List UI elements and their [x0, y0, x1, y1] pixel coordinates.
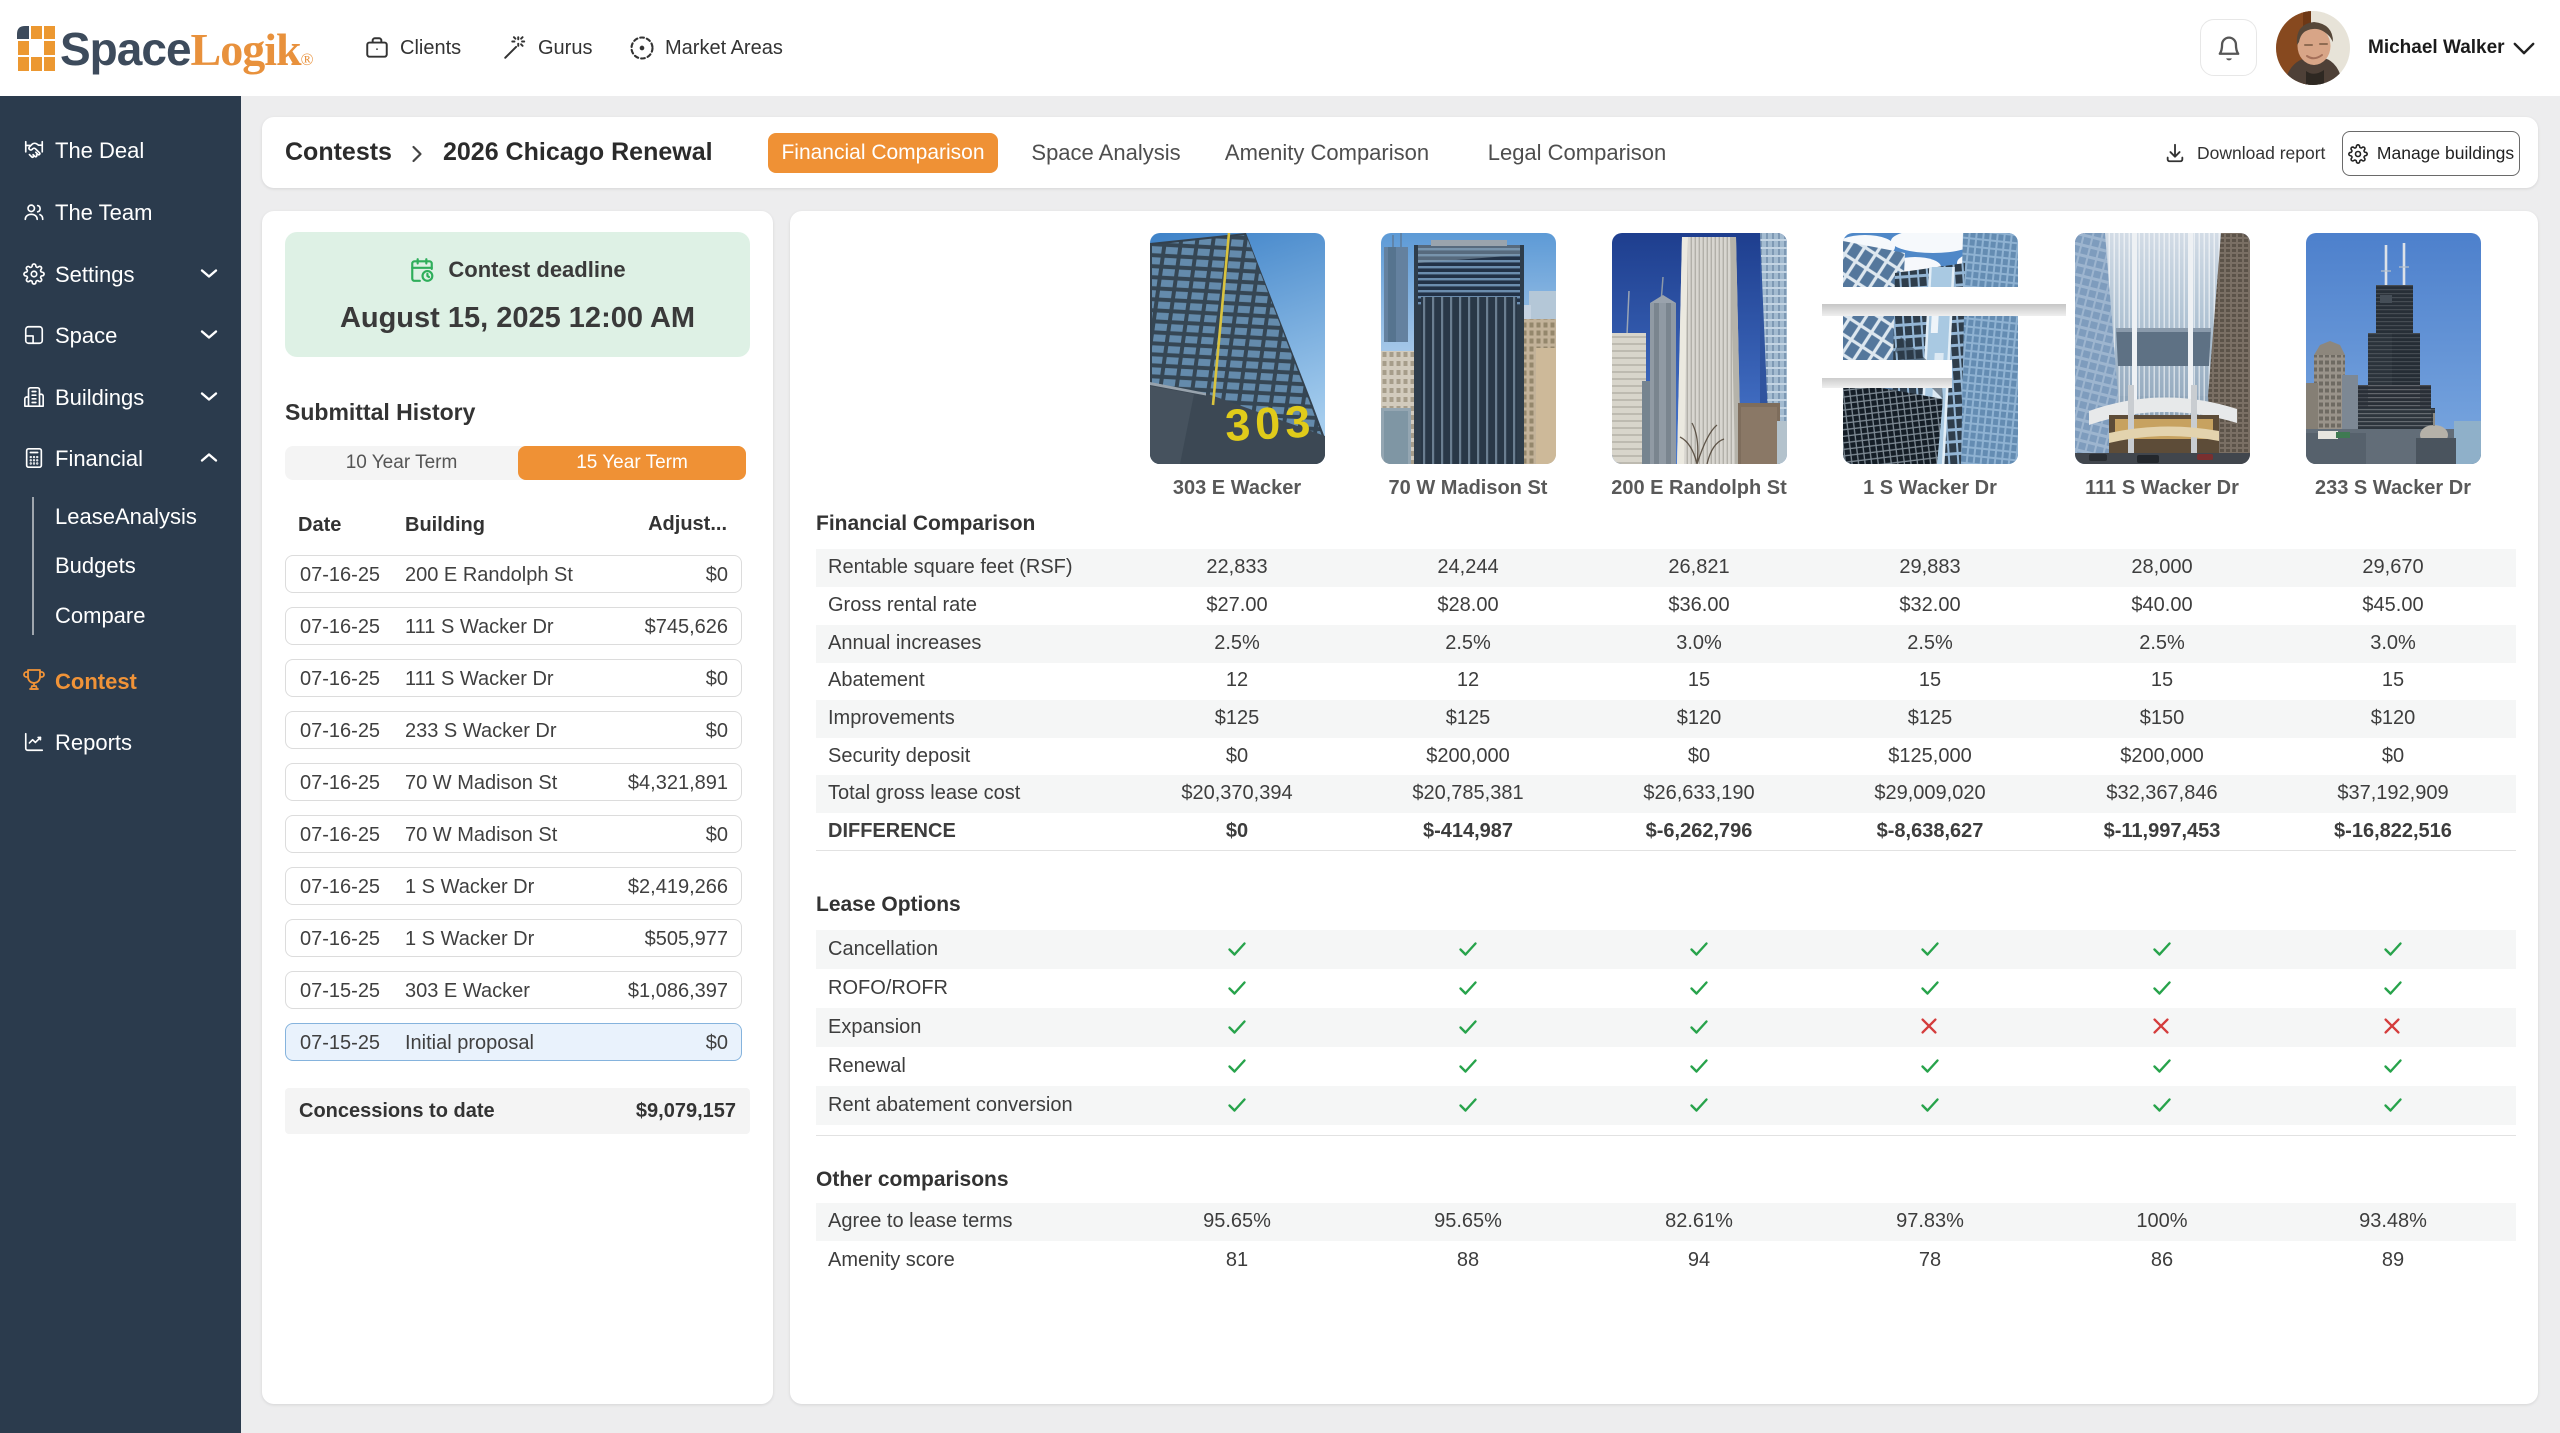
svg-text:303: 303	[1224, 395, 1317, 451]
